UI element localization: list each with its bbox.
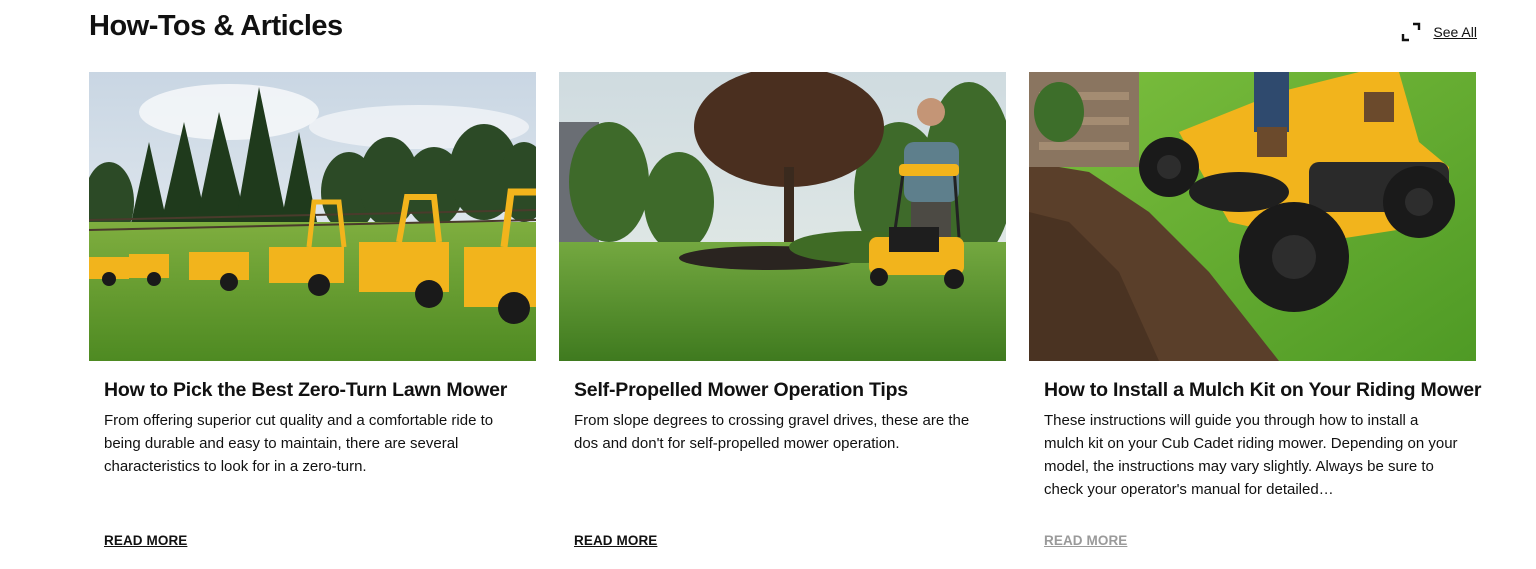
article-title[interactable]: How to Pick the Best Zero-Turn Lawn Mowe… xyxy=(104,377,521,403)
read-more-link[interactable]: READ MORE xyxy=(574,533,657,548)
riding-mower-photo[interactable] xyxy=(1029,72,1476,361)
article-card: How to Pick the Best Zero-Turn Lawn Mowe… xyxy=(89,72,536,550)
article-card: How to Install a Mulch Kit on Your Ridin… xyxy=(1029,72,1481,550)
see-all-link[interactable]: See All xyxy=(1401,22,1477,42)
section-heading: How-Tos & Articles xyxy=(89,10,343,42)
article-card: Self-Propelled Mower Operation Tips From… xyxy=(559,72,1006,550)
see-all-label: See All xyxy=(1433,24,1477,40)
article-description: From slope degrees to crossing gravel dr… xyxy=(574,412,970,452)
article-description: From offering superior cut quality and a… xyxy=(104,412,494,475)
article-title[interactable]: How to Install a Mulch Kit on Your Ridin… xyxy=(1044,377,1481,403)
zero-turn-mowers-photo[interactable] xyxy=(89,72,536,361)
read-more-link[interactable]: READ MORE xyxy=(104,533,187,548)
article-cards: How to Pick the Best Zero-Turn Lawn Mowe… xyxy=(89,72,1481,550)
article-title[interactable]: Self-Propelled Mower Operation Tips xyxy=(574,377,991,403)
expand-icon xyxy=(1401,22,1421,42)
article-description: These instructions will guide you throug… xyxy=(1044,412,1458,498)
push-mower-photo[interactable] xyxy=(559,72,1006,361)
read-more-link[interactable]: READ MORE xyxy=(1044,533,1127,548)
how-tos-articles-section: How-Tos & Articles See All How to Pick t… xyxy=(0,0,1536,569)
